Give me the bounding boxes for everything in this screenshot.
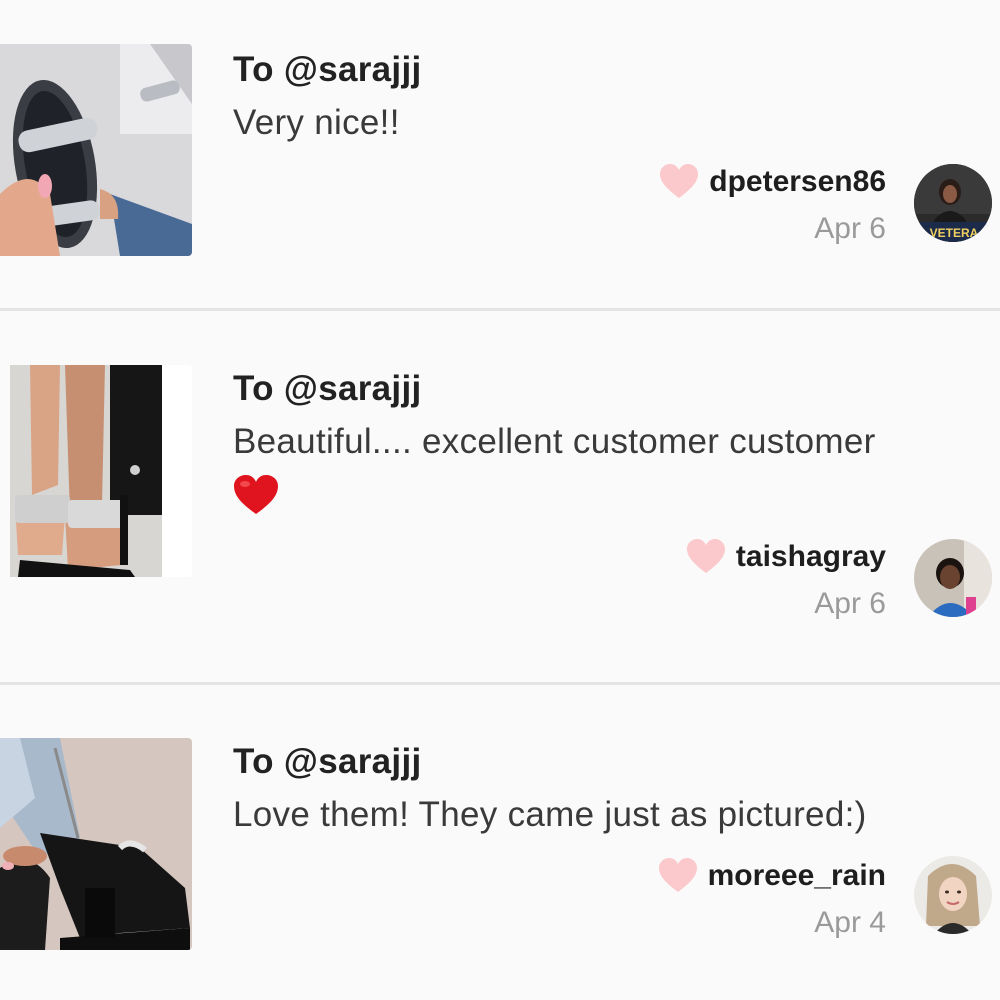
reviewer-username[interactable]: moreee_rain <box>708 859 886 893</box>
heart-icon[interactable] <box>658 858 698 894</box>
review-message: Love them! They came just as pictured:) <box>233 795 867 834</box>
user-row: taishagray <box>686 539 886 575</box>
review-meta: taishagray Apr 6 <box>686 539 886 621</box>
review-date: Apr 6 <box>814 212 886 245</box>
review-message: Beautiful.... excellent customer custome… <box>233 422 876 461</box>
user-row: dpetersen86 <box>659 164 886 200</box>
review-recipient[interactable]: To @sarajjj <box>233 369 422 409</box>
avatar[interactable] <box>914 856 992 934</box>
review-item: To @sarajjj Very nice!! dpetersen86 Apr … <box>0 0 1000 310</box>
review-meta: moreee_rain Apr 4 <box>658 858 886 940</box>
review-photo[interactable] <box>10 365 192 577</box>
heart-icon[interactable] <box>686 539 726 575</box>
review-recipient[interactable]: To @sarajjj <box>233 50 422 90</box>
avatar[interactable]: VETERA <box>914 164 992 242</box>
user-row: moreee_rain <box>658 858 886 894</box>
review-photo[interactable] <box>0 738 192 950</box>
review-date: Apr 4 <box>814 906 886 939</box>
reviewer-username[interactable]: taishagray <box>736 540 886 574</box>
review-item: To @sarajjj Love them! They came just as… <box>0 684 1000 1000</box>
review-message: Very nice!! <box>233 103 400 142</box>
review-item: To @sarajjj Beautiful.... excellent cust… <box>0 310 1000 684</box>
reviewer-username[interactable]: dpetersen86 <box>709 165 886 199</box>
avatar-label: VETERA <box>930 226 979 240</box>
review-date: Apr 6 <box>814 587 886 620</box>
review-photo[interactable] <box>0 44 192 256</box>
review-meta: dpetersen86 Apr 6 <box>659 164 886 246</box>
heart-icon[interactable] <box>659 164 699 200</box>
avatar[interactable] <box>914 539 992 617</box>
red-heart-emoji <box>234 475 278 514</box>
review-recipient[interactable]: To @sarajjj <box>233 742 422 782</box>
